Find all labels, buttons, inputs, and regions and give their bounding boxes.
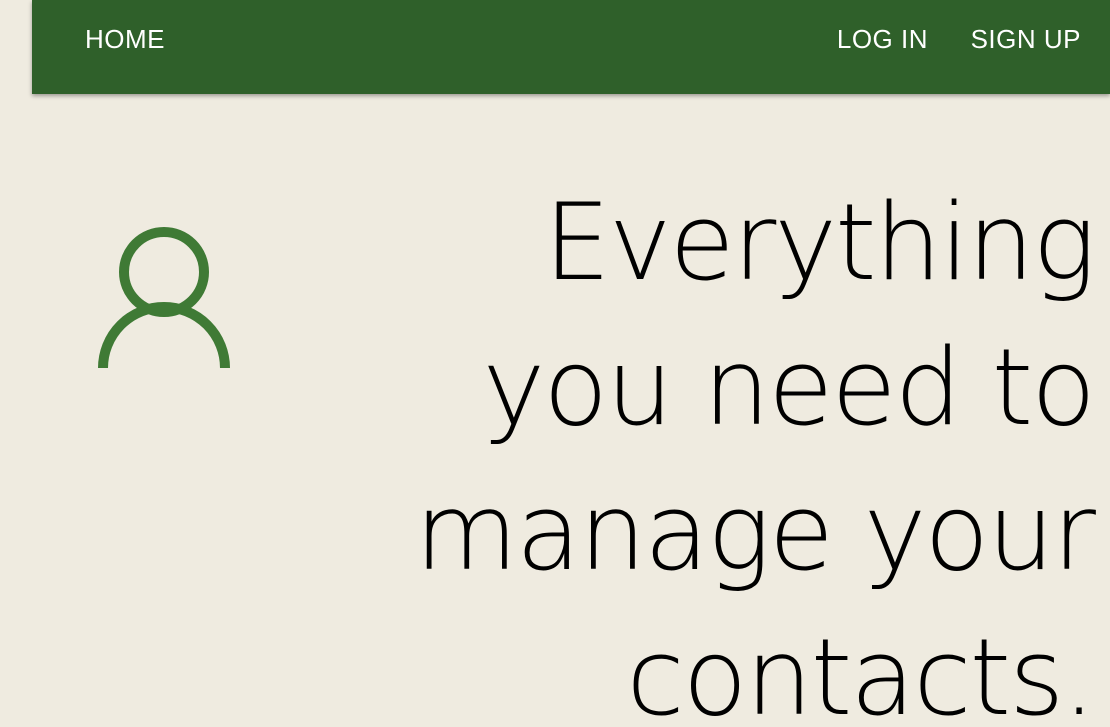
nav-login-link[interactable]: LOG IN (837, 24, 928, 54)
nav-signup-link[interactable]: SIGN UP (971, 24, 1081, 54)
user-icon (98, 226, 230, 372)
hero-headline: Everything you need to manage your conta… (414, 181, 1096, 727)
top-navbar: HOME LOG IN SIGN UP (32, 0, 1110, 94)
nav-home-link[interactable]: HOME (85, 24, 165, 54)
